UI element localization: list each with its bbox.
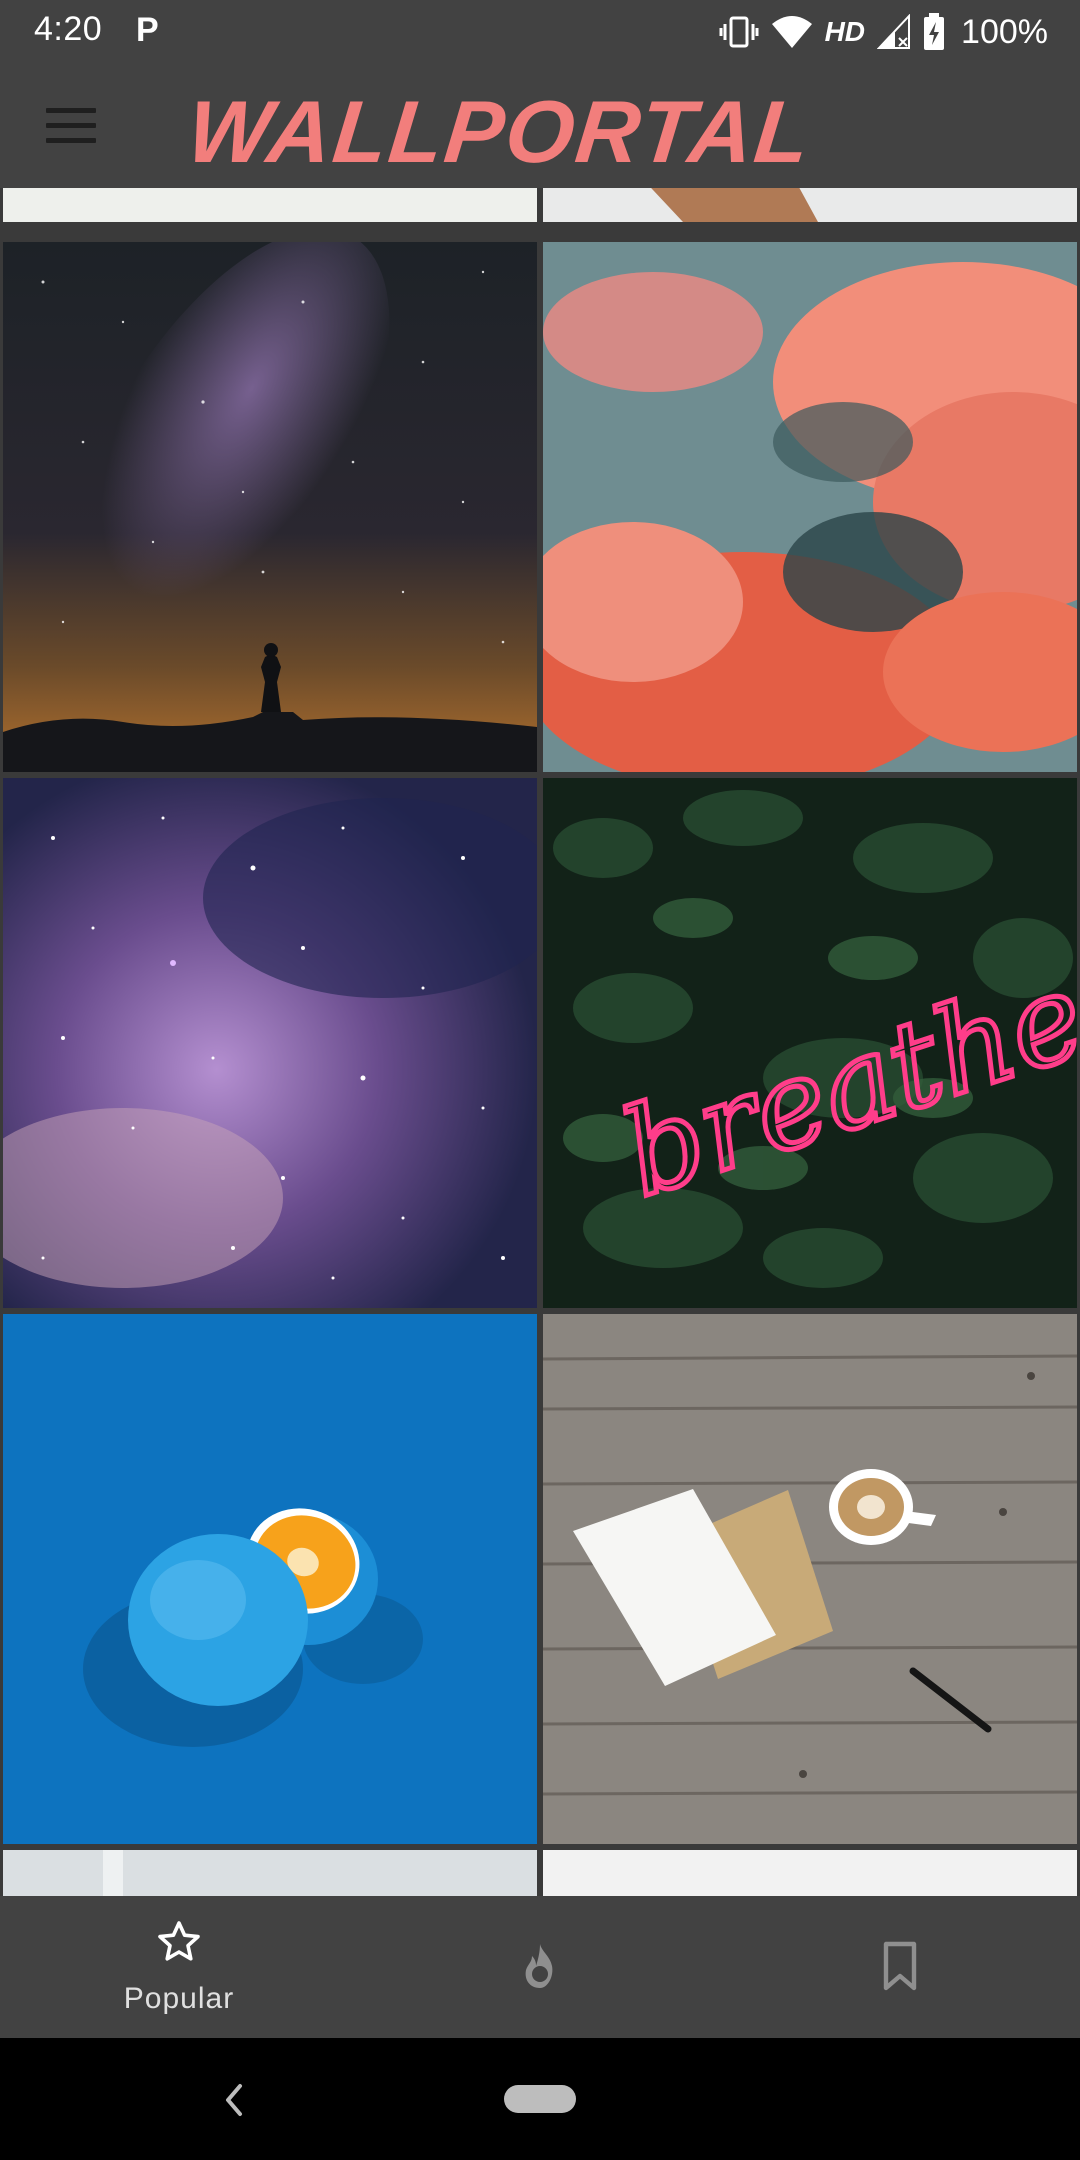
wallpaper-tile-coffee-desk[interactable] [543,1314,1077,1844]
home-pill[interactable] [504,2085,576,2113]
bottom-navigation: Popular [0,1896,1080,2038]
network-type-label: HD [824,16,866,47]
nav-label-popular: Popular [123,1982,235,2015]
status-time: 4:20 [34,10,103,48]
status-icons: HD 100% [719,8,1048,56]
wallpaper-tile-partial-bottom-right[interactable] [543,1850,1077,1896]
wallpaper-tile-purple-galaxy[interactable] [3,778,537,1308]
nav-tab-trending[interactable] [440,1896,640,2038]
wallpaper-tile-blue-orange[interactable] [3,1314,537,1844]
wallpaper-tile-partial-bottom-left[interactable] [3,1850,537,1896]
wallpaper-tile-partial-top-right[interactable] [543,188,1077,222]
back-chevron-icon[interactable] [218,2078,248,2122]
vibrate-icon [719,16,759,48]
status-bar: 4:20 P HD 100% [0,0,1080,64]
app-bar: WALLPORTAL [0,64,1080,188]
wallpaper-tile-milky-way-silhouette[interactable] [3,242,537,772]
nav-tab-saved[interactable] [800,1896,1000,2038]
wallpaper-grid[interactable]: breathe [0,188,1080,1896]
bookmark-icon [883,1941,917,1991]
wallpaper-tile-neon-breathe[interactable]: breathe [543,778,1077,1308]
app-title: WALLPORTAL [182,82,817,181]
wallpaper-tile-pink-clouds[interactable] [543,242,1077,772]
system-navigation-bar [0,2038,1080,2160]
hamburger-menu-icon[interactable] [46,108,96,144]
battery-percent: 100% [961,12,1048,51]
flame-icon [525,1944,553,1988]
signal-icon [877,14,911,49]
wallpaper-tile-partial-top-left[interactable] [3,188,537,222]
parking-app-icon: P [136,11,159,49]
star-icon [158,1921,200,1961]
nav-tab-popular[interactable]: Popular [79,1896,279,2038]
wifi-icon [771,16,812,48]
battery-icon [924,13,945,50]
